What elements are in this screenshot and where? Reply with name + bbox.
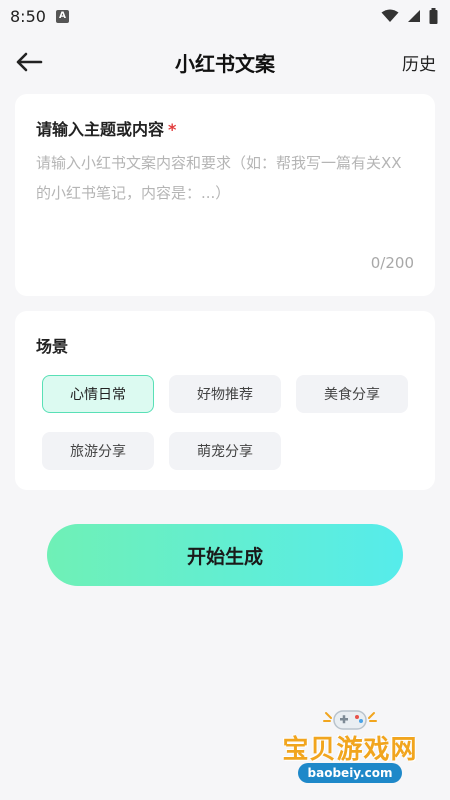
generate-button[interactable]: 开始生成 [47, 524, 403, 586]
watermark-logo: 宝贝游戏网 baobeiy.com [270, 705, 430, 795]
content-textarea[interactable] [36, 148, 416, 258]
content-label-text: 请输入主题或内容 [36, 120, 165, 139]
wifi-icon [381, 9, 399, 22]
scene-chip-food-share[interactable]: 美食分享 [296, 375, 408, 413]
status-bar: 8:50 A [0, 0, 450, 32]
scene-chip-product-recommend[interactable]: 好物推荐 [169, 375, 281, 413]
content-field-label: 请输入主题或内容 * [36, 116, 176, 140]
content-input-card: 请输入主题或内容* 0/200 [15, 94, 435, 296]
status-icons [381, 8, 438, 24]
back-button[interactable] [12, 46, 46, 78]
status-time: 8:50 [10, 6, 46, 26]
battery-icon [429, 8, 438, 24]
app-header: 小红书文案 历史 [0, 40, 450, 84]
scene-card: 场景 心情日常 好物推荐 美食分享 旅游分享 萌宠分享 [15, 311, 435, 490]
scene-title: 场景 [36, 337, 69, 356]
scene-chip-travel-share[interactable]: 旅游分享 [42, 432, 154, 470]
page-title: 小红书文案 [175, 51, 275, 76]
watermark-text: 宝贝游戏网 [282, 735, 418, 765]
watermark-url: baobeiy.com [298, 763, 402, 783]
history-button[interactable]: 历史 [402, 50, 436, 75]
app-notification-badge: A [55, 9, 69, 23]
scene-chip-mood-daily[interactable]: 心情日常 [42, 375, 154, 413]
scene-chip-pet-share[interactable]: 萌宠分享 [169, 432, 281, 470]
arrow-left-icon [16, 52, 43, 72]
char-counter: 0/200 [370, 254, 414, 272]
required-star: * [168, 120, 177, 139]
signal-icon [408, 10, 420, 22]
